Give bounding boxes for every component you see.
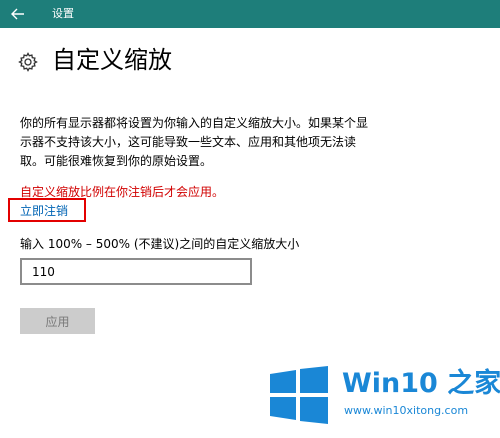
page-title: 自定义缩放 bbox=[52, 46, 172, 74]
description-line-1: 你的所有显示器都将设置为你输入的自定义缩放大小。如果某个显 bbox=[20, 116, 369, 130]
signout-warning: 自定义缩放比例在你注销后才会应用。 bbox=[20, 185, 225, 199]
sign-out-now-link[interactable]: 立即注销 bbox=[20, 203, 68, 219]
custom-scale-input[interactable] bbox=[20, 258, 252, 285]
watermark-url: www.win10xitong.com bbox=[344, 404, 469, 417]
watermark-brand: Win10 之家 bbox=[342, 368, 500, 399]
title-bar: 设置 bbox=[0, 0, 500, 28]
window-title: 设置 bbox=[52, 7, 74, 20]
description-text: 你的所有显示器都将设置为你输入的自定义缩放大小。如果某个显 示器不支持该大小，这… bbox=[20, 114, 420, 171]
apply-button[interactable]: 应用 bbox=[20, 308, 95, 334]
scale-input-label: 输入 100% – 500% (不建议)之间的自定义缩放大小 bbox=[20, 237, 300, 251]
description-line-2: 示器不支持该大小，这可能导致一些文本、应用和其他项无法读 bbox=[20, 135, 357, 149]
back-button[interactable] bbox=[8, 4, 28, 24]
windows-logo-icon bbox=[270, 366, 328, 424]
gear-icon bbox=[18, 52, 38, 72]
back-arrow-icon bbox=[11, 8, 24, 20]
description-line-3: 取。可能很难恢复到你的原始设置。 bbox=[20, 154, 213, 168]
